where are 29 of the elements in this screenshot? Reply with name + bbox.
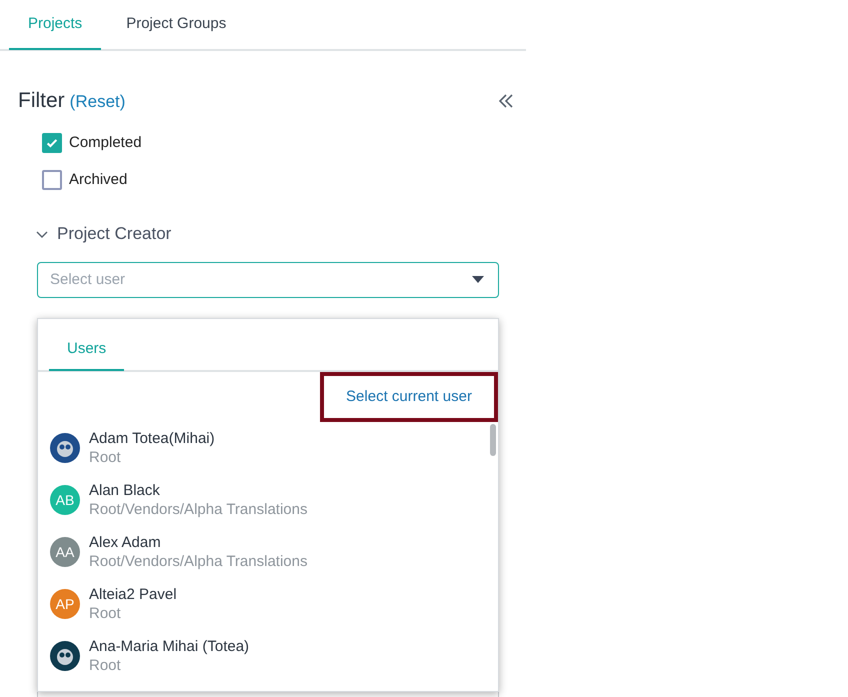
filter-title: Filter — [18, 88, 65, 114]
avatar: AB — [50, 485, 80, 515]
avatar: AP — [50, 589, 80, 619]
user-path: Root — [89, 604, 122, 623]
user-path: Root — [89, 448, 122, 467]
reset-link[interactable]: (Reset) — [70, 89, 126, 115]
section-title: Project Creator — [57, 223, 172, 246]
caret-icon — [472, 276, 484, 284]
select-current-user-button[interactable]: Select current user — [320, 372, 498, 422]
user-name: Alteia2 Pavel — [89, 585, 177, 604]
user-name: Adam Totea(Mihai) — [89, 429, 215, 448]
user-name: Alan Black — [89, 481, 161, 500]
user-name: Ana-Maria Mihai (Totea) — [89, 637, 250, 656]
collapse-icon[interactable] — [498, 93, 514, 109]
avatar: AA — [50, 537, 80, 567]
checkbox[interactable] — [42, 133, 62, 153]
user-option[interactable]: AA Alex Adam Root/Vendors/Alpha Translations — [38, 526, 498, 578]
checkbox[interactable] — [42, 170, 62, 190]
user-option[interactable]: Adam Totea(Mihai) Root — [38, 422, 498, 474]
user-path: Root/Vendors/Alpha Translations — [89, 552, 308, 571]
checkbox-label: Archived — [69, 170, 128, 190]
user-option[interactable]: Ana-Maria Mihai (Totea) Root — [38, 630, 498, 682]
tab[interactable]: Project Groups — [101, 0, 252, 50]
scrollbar[interactable] — [490, 424, 496, 456]
user-path: Root — [89, 656, 122, 675]
user-option[interactable]: AB Alan Black Root/Vendors/Alpha Translations — [38, 474, 498, 526]
checkbox-label: Completed — [69, 132, 142, 153]
user-path: Root/Vendors/Alpha Translations — [89, 500, 308, 519]
user-name: Alex Adam — [89, 533, 162, 552]
